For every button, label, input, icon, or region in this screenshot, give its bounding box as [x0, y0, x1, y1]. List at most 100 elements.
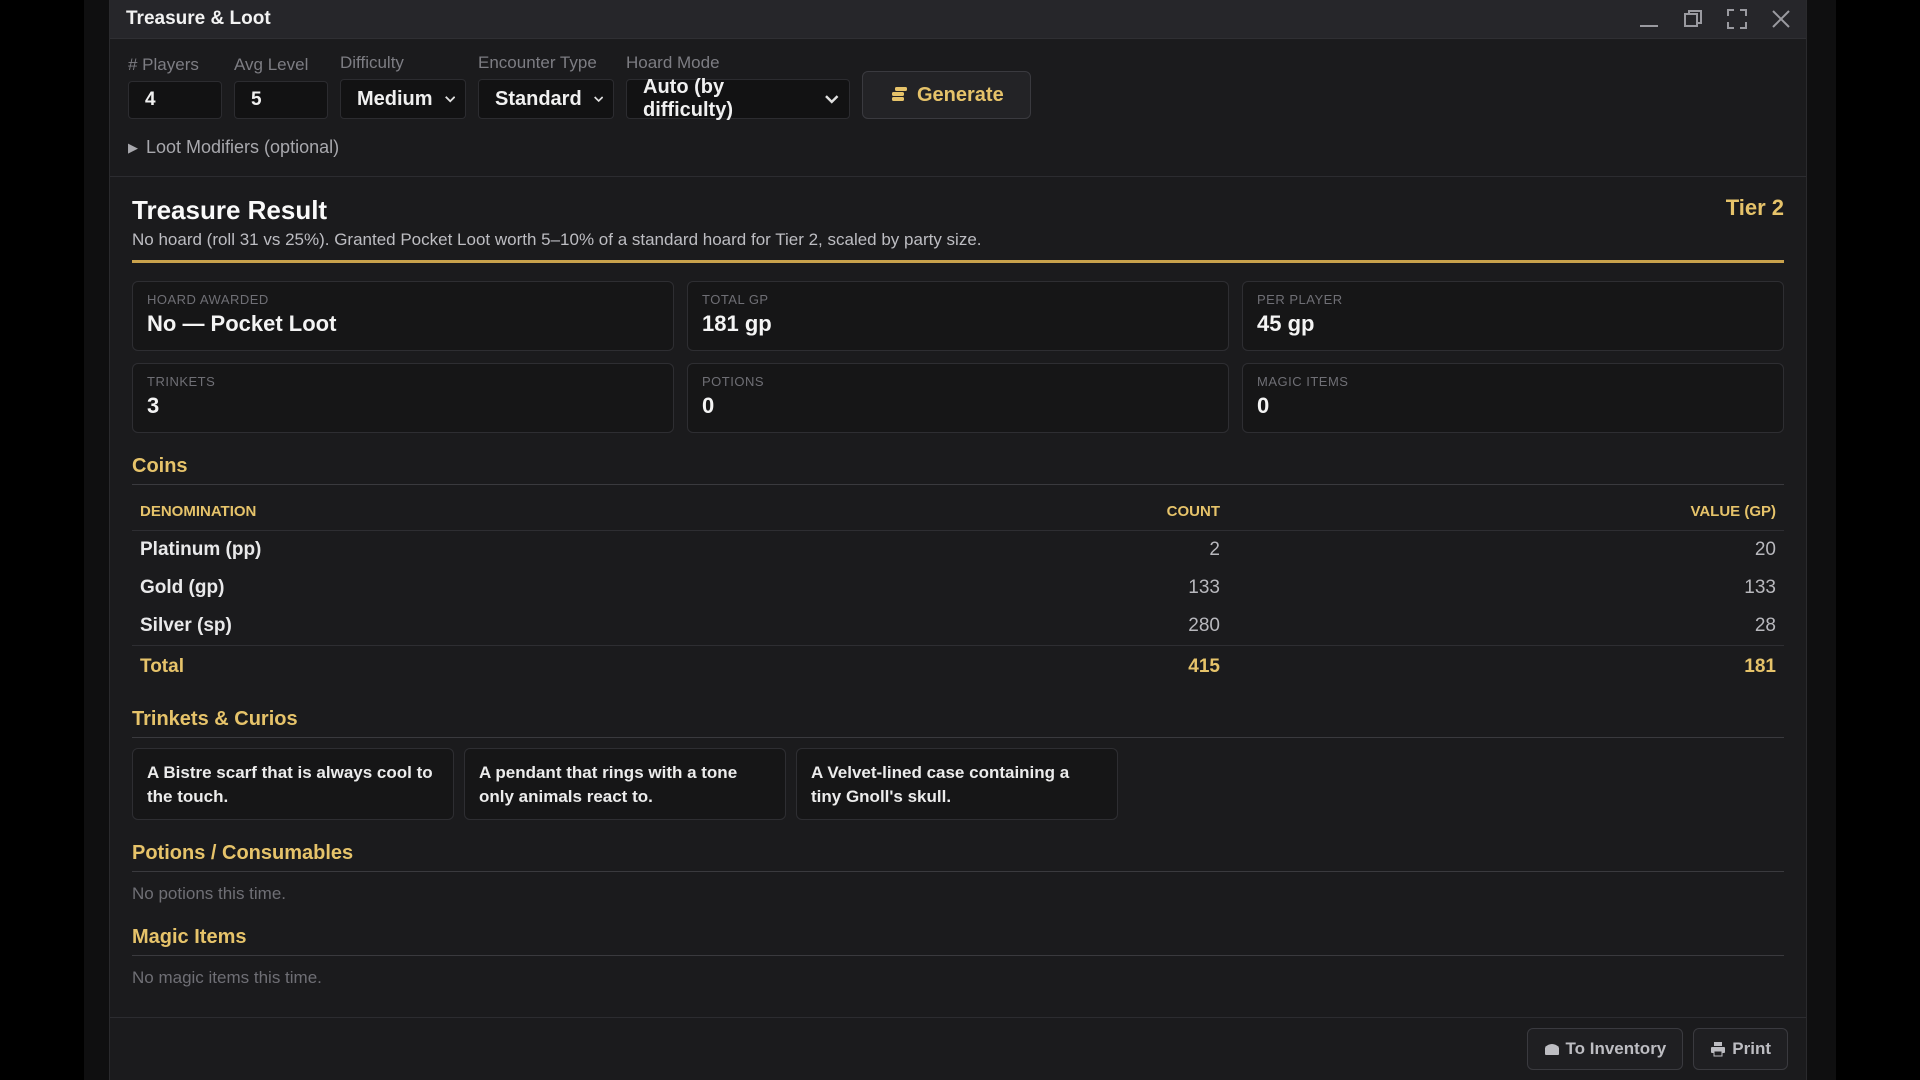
col-denomination: Denomination — [132, 493, 912, 531]
value-cell: 20 — [1754, 539, 1776, 560]
stat-label: POTIONS — [702, 374, 765, 389]
count-cell: 133 — [1188, 577, 1220, 598]
minimize-icon — [1640, 25, 1658, 27]
denomination-cell: Platinum (pp) — [140, 539, 262, 560]
to-inventory-label: To Inventory — [1565, 1039, 1667, 1058]
to-inventory-button[interactable]: To Inventory — [1526, 1028, 1684, 1070]
stat-label: PER PLAYER — [1257, 292, 1343, 307]
hoard-label: Hoard Mode — [626, 53, 720, 72]
players-field: # Players — [128, 55, 222, 119]
stat-label: MAGIC ITEMS — [1257, 374, 1349, 389]
stat-label: TRINKETS — [147, 374, 216, 389]
chevron-down-icon — [825, 95, 839, 104]
potions-heading: Potions / Consumables — [132, 842, 1784, 872]
coins-header-row: Denomination Count Value (gp) — [132, 493, 1784, 531]
stat-per-player: PER PLAYER 45 gp — [1242, 281, 1784, 351]
stat-value: 45 gp — [1257, 311, 1315, 336]
hoard-value: Auto (by difficulty) — [643, 76, 733, 121]
stat-value: 0 — [702, 393, 715, 418]
generate-label: Generate — [917, 83, 1004, 106]
result-title: Treasure Result — [132, 195, 328, 225]
stat-potions: POTIONS 0 — [687, 363, 1229, 433]
print-label: Print — [1732, 1039, 1771, 1058]
col-value: Value (gp) — [1228, 493, 1784, 531]
total-row: Total 415 181 — [132, 645, 1784, 686]
total-count: 415 — [912, 645, 1228, 686]
col-count: Count — [912, 493, 1228, 531]
encounter-select[interactable]: Standard — [478, 79, 614, 119]
stat-value: 181 gp — [702, 311, 772, 336]
treasure-result: Treasure Result No hoard (roll 31 vs 25%… — [110, 177, 1806, 988]
difficulty-select[interactable]: Medium — [340, 79, 466, 119]
print-button[interactable]: Print — [1693, 1028, 1788, 1070]
value-cell: 28 — [1754, 615, 1776, 636]
avg-level-field: Avg Level — [234, 55, 328, 119]
close-button[interactable] — [1768, 6, 1794, 32]
coins-table: Denomination Count Value (gp) Platinum (… — [132, 493, 1784, 686]
stat-value: 0 — [1257, 393, 1270, 418]
stat-trinkets: TRINKETS 3 — [132, 363, 674, 433]
players-input[interactable] — [128, 81, 222, 119]
title-bar: Treasure & Loot — [110, 0, 1806, 39]
value-cell: 133 — [1744, 577, 1776, 598]
stat-value: No — Pocket Loot — [147, 311, 337, 336]
stat-magic-items: MAGIC ITEMS 0 — [1242, 363, 1784, 433]
stat-label: TOTAL GP — [702, 292, 769, 307]
hoard-field: Hoard Mode Auto (by difficulty) — [626, 53, 850, 121]
stat-value: 3 — [147, 393, 160, 418]
trinket-card: A pendant that rings with a tone only an… — [464, 748, 786, 820]
printer-icon — [1711, 1042, 1726, 1057]
avg-level-label: Avg Level — [234, 55, 309, 74]
treasure-window: Treasure & Loot # Players Avg Level — [109, 0, 1807, 1080]
potions-empty-text: No potions this time. — [132, 884, 287, 903]
window-controls — [1636, 6, 1794, 32]
stat-label: HOARD AWARDED — [147, 292, 269, 307]
restore-button[interactable] — [1680, 6, 1706, 32]
loot-modifiers-toggle[interactable]: ▶ Loot Modifiers (optional) — [128, 137, 1788, 158]
trinket-card: A Bistre scarf that is always cool to th… — [132, 748, 454, 820]
hoard-select[interactable]: Auto (by difficulty) — [626, 76, 850, 121]
window-title: Treasure & Loot — [126, 8, 271, 29]
generate-button[interactable]: Generate — [862, 71, 1031, 119]
caret-right-icon: ▶ — [128, 139, 138, 155]
denomination-cell: Silver (sp) — [140, 615, 232, 636]
coins-icon — [892, 87, 907, 101]
loot-modifiers-label: Loot Modifiers (optional) — [146, 137, 340, 157]
fullscreen-button[interactable] — [1724, 6, 1750, 32]
restore-icon — [1684, 10, 1702, 27]
encounter-field: Encounter Type Standard — [478, 53, 614, 119]
encounter-value: Standard — [495, 87, 582, 110]
stat-hoard-awarded: HOARD AWARDED No — Pocket Loot — [132, 281, 674, 351]
close-icon — [1772, 10, 1790, 28]
magic-items-empty-text: No magic items this time. — [132, 968, 322, 987]
chevron-down-icon — [444, 96, 455, 103]
fullscreen-icon — [1727, 9, 1747, 29]
table-row: Platinum (pp) 2 20 — [132, 531, 1784, 570]
difficulty-field: Difficulty Medium — [340, 53, 466, 119]
controls-panel: # Players Avg Level Difficulty Medium En… — [110, 39, 1806, 158]
total-label: Total — [132, 645, 912, 686]
total-value: 181 — [1228, 645, 1784, 686]
stat-total-gp: TOTAL GP 181 gp — [687, 281, 1229, 351]
footer-bar: To Inventory Print — [110, 1017, 1806, 1080]
result-subtitle: No hoard (roll 31 vs 25%). Granted Pocke… — [132, 230, 982, 249]
minimize-button[interactable] — [1636, 6, 1662, 32]
table-row: Silver (sp) 280 28 — [132, 607, 1784, 646]
denomination-cell: Gold (gp) — [140, 577, 225, 598]
trinket-card: A Velvet-lined case containing a tiny Gn… — [796, 748, 1118, 820]
chevron-down-icon — [593, 96, 603, 103]
difficulty-value: Medium — [357, 87, 433, 110]
players-label: # Players — [128, 55, 199, 74]
gold-rule — [132, 260, 1784, 263]
difficulty-label: Difficulty — [340, 53, 404, 72]
chest-icon — [1544, 1044, 1559, 1055]
table-row: Gold (gp) 133 133 — [132, 569, 1784, 607]
tier-badge: Tier 2 — [1725, 195, 1784, 220]
stats-grid: HOARD AWARDED No — Pocket Loot TOTAL GP … — [132, 281, 1784, 433]
avg-level-input[interactable] — [234, 81, 328, 119]
encounter-label: Encounter Type — [478, 53, 597, 72]
trinkets-heading: Trinkets & Curios — [132, 708, 1784, 738]
count-cell: 280 — [1188, 615, 1220, 636]
magic-items-heading: Magic Items — [132, 926, 1784, 956]
count-cell: 2 — [1209, 539, 1220, 560]
